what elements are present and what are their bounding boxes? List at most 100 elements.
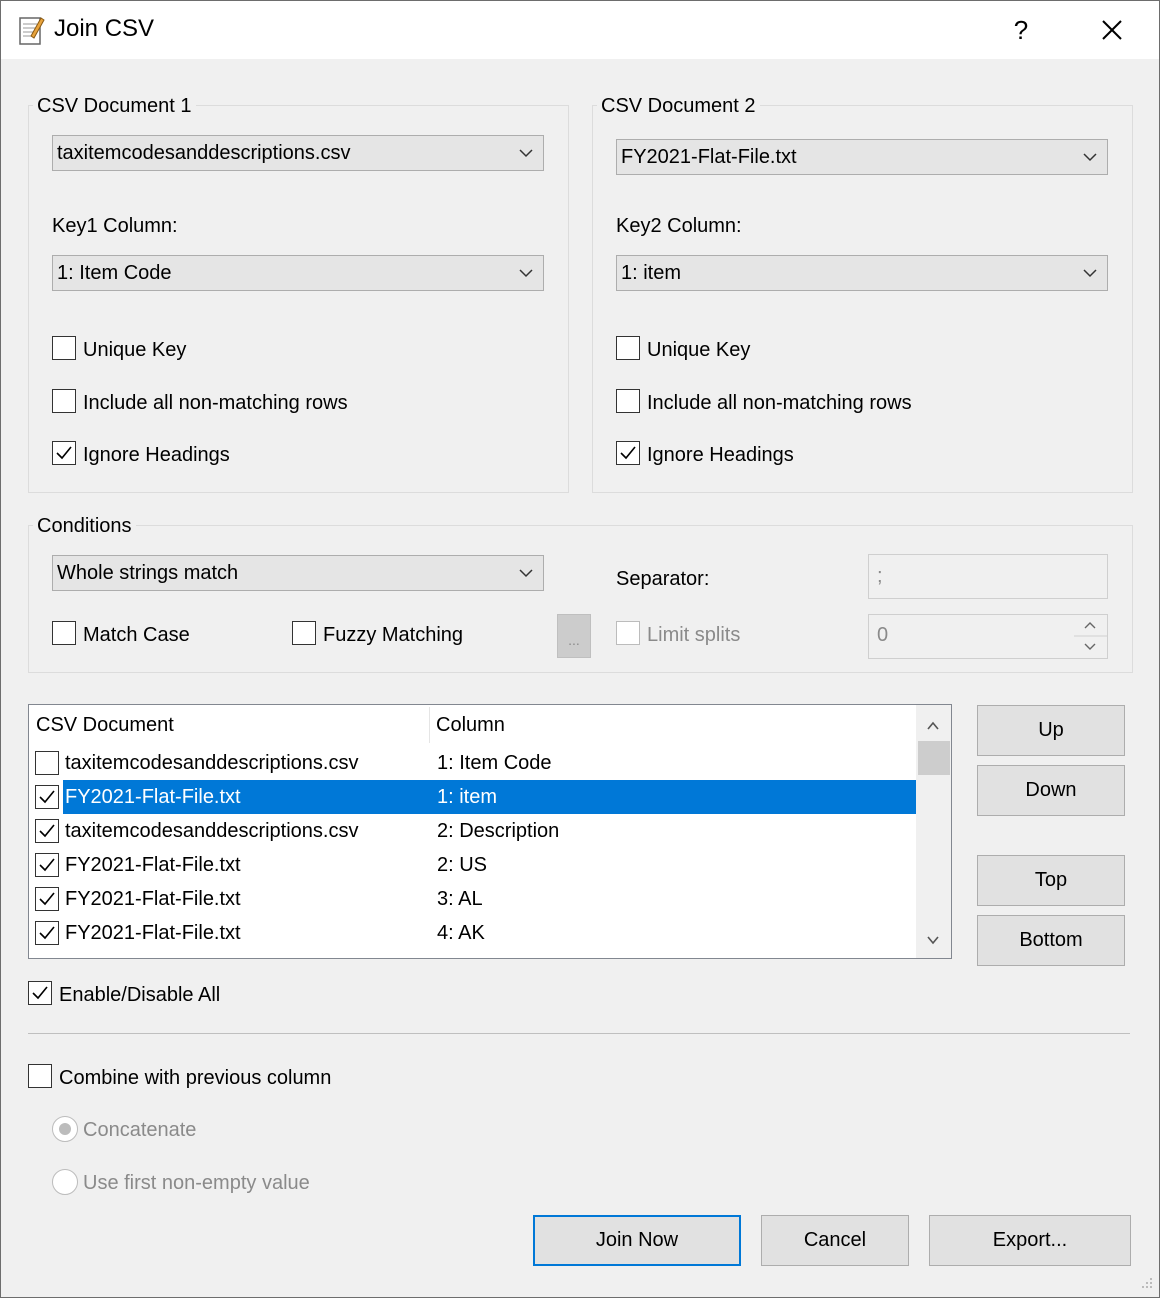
chevron-down-icon [519, 149, 533, 158]
concatenate-label: Concatenate [83, 1119, 197, 1141]
chevron-down-icon [519, 269, 533, 278]
row-column: 2: Description [437, 820, 560, 842]
doc1-unique-key-label: Unique Key [83, 339, 187, 361]
doc1-include-nonmatching-label: Include all non-matching rows [83, 392, 348, 414]
fuzzy-matching-checkbox[interactable] [292, 621, 316, 645]
doc1-file-value: taxitemcodesanddescriptions.csv [57, 142, 351, 164]
limit-splits-label: Limit splits [647, 624, 741, 646]
fuzzy-settings-button[interactable]: ... [557, 614, 591, 658]
limit-splits-input[interactable]: 0 [868, 614, 1108, 659]
first-nonempty-radio[interactable] [52, 1169, 78, 1195]
list-item[interactable]: FY2021-Flat-File.txt 4: AK [29, 916, 917, 950]
scroll-down-icon[interactable] [916, 925, 951, 955]
fuzzy-matching-label: Fuzzy Matching [323, 624, 464, 646]
chevron-down-icon [1083, 153, 1097, 162]
row-column: 1: item [437, 786, 498, 808]
key1-column-select[interactable]: 1: Item Code [52, 255, 544, 291]
checkmark-icon [39, 824, 55, 838]
row-column: 1: Item Code [437, 752, 552, 774]
help-button[interactable]: ? [1004, 11, 1038, 49]
key2-column-select[interactable]: 1: item [616, 255, 1108, 291]
row-column: 4: AK [437, 922, 485, 944]
checkmark-icon [39, 790, 55, 804]
doc1-ignore-headings-label: Ignore Headings [83, 444, 230, 466]
enable-disable-all-label: Enable/Disable All [59, 984, 221, 1006]
cancel-button[interactable]: Cancel [761, 1215, 909, 1266]
row-enable-checkbox[interactable] [35, 887, 59, 911]
enable-disable-all-checkbox[interactable] [28, 981, 52, 1005]
notepad-icon [17, 14, 45, 46]
list-item[interactable]: taxitemcodesanddescriptions.csv 2: Descri… [29, 814, 917, 848]
header-csv-document[interactable]: CSV Document [36, 714, 174, 737]
spin-down-icon [1084, 643, 1096, 650]
column-list-header: CSV Document Column [29, 705, 916, 745]
list-item[interactable]: FY2021-Flat-File.txt 1: item [29, 780, 917, 814]
list-item[interactable]: taxitemcodesanddescriptions.csv 1: Item C… [29, 746, 917, 780]
header-column[interactable]: Column [436, 714, 505, 737]
combine-previous-checkbox[interactable] [28, 1064, 52, 1088]
checkmark-icon [39, 892, 55, 906]
list-item[interactable]: FY2021-Flat-File.txt 3: AL [29, 882, 917, 916]
doc2-file-select[interactable]: FY2021-Flat-File.txt [616, 139, 1108, 175]
row-enable-checkbox[interactable] [35, 751, 59, 775]
join-now-button[interactable]: Join Now [533, 1215, 741, 1266]
doc1-unique-key-checkbox[interactable] [52, 336, 76, 360]
row-enable-checkbox[interactable] [35, 819, 59, 843]
chevron-down-icon [519, 569, 533, 578]
checkmark-icon [39, 858, 55, 872]
separator-input[interactable]: ; [868, 554, 1108, 599]
conditions-legend: Conditions [33, 514, 136, 538]
separator-label: Separator: [616, 568, 710, 590]
window-title: Join CSV [54, 15, 155, 42]
doc2-ignore-headings-label: Ignore Headings [647, 444, 794, 466]
key1-column-value: 1: Item Code [57, 262, 172, 284]
close-button[interactable] [1093, 11, 1131, 49]
list-item[interactable]: FY2021-Flat-File.txt 2: US [29, 848, 917, 882]
doc1-legend: CSV Document 1 [33, 94, 196, 118]
match-case-checkbox[interactable] [52, 621, 76, 645]
doc2-unique-key-checkbox[interactable] [616, 336, 640, 360]
title-bar: Join CSV ? [1, 1, 1159, 59]
checkmark-icon [620, 446, 636, 460]
row-enable-checkbox[interactable] [35, 785, 59, 809]
close-icon [1102, 20, 1122, 40]
row-document: FY2021-Flat-File.txt [65, 922, 241, 944]
row-enable-checkbox[interactable] [35, 921, 59, 945]
doc2-ignore-headings-checkbox[interactable] [616, 441, 640, 465]
doc2-legend: CSV Document 2 [597, 94, 760, 118]
join-csv-dialog: Join CSV ? CSV Document 1 taxitemcodesan… [0, 0, 1160, 1298]
condition-mode-value: Whole strings match [57, 562, 239, 584]
row-column: 3: AL [437, 888, 483, 910]
scrollbar-thumb[interactable] [918, 741, 950, 775]
doc1-include-nonmatching-checkbox[interactable] [52, 389, 76, 413]
row-enable-checkbox[interactable] [35, 853, 59, 877]
doc2-include-nonmatching-label: Include all non-matching rows [647, 392, 912, 414]
column-list[interactable]: CSV Document Column taxitemcodesanddescr… [28, 704, 952, 959]
doc1-file-select[interactable]: taxitemcodesanddescriptions.csv [52, 135, 544, 171]
row-document: FY2021-Flat-File.txt [65, 786, 241, 808]
checkmark-icon [56, 446, 72, 460]
move-down-button[interactable]: Down [977, 765, 1125, 816]
row-column: 2: US [437, 854, 488, 876]
match-case-label: Match Case [83, 624, 190, 646]
row-document: FY2021-Flat-File.txt [65, 888, 241, 910]
doc1-ignore-headings-checkbox[interactable] [52, 441, 76, 465]
export-button[interactable]: Export... [929, 1215, 1131, 1266]
column-list-scrollbar[interactable] [916, 705, 951, 958]
move-top-button[interactable]: Top [977, 855, 1125, 906]
spin-up-icon [1084, 622, 1096, 629]
limit-splits-checkbox[interactable] [616, 621, 640, 645]
doc2-include-nonmatching-checkbox[interactable] [616, 389, 640, 413]
concatenate-radio[interactable] [52, 1116, 78, 1142]
resize-grip-icon[interactable] [1137, 1275, 1155, 1293]
move-bottom-button[interactable]: Bottom [977, 915, 1125, 966]
move-up-button[interactable]: Up [977, 705, 1125, 756]
limit-splits-spinner[interactable] [1074, 614, 1107, 658]
checkmark-icon [32, 986, 48, 1000]
condition-mode-select[interactable]: Whole strings match [52, 555, 544, 591]
checkmark-icon [39, 926, 55, 940]
doc2-file-value: FY2021-Flat-File.txt [621, 146, 797, 168]
row-document: taxitemcodesanddescriptions.csv [65, 752, 359, 774]
scroll-up-icon[interactable] [916, 711, 951, 741]
row-document: FY2021-Flat-File.txt [65, 854, 241, 876]
